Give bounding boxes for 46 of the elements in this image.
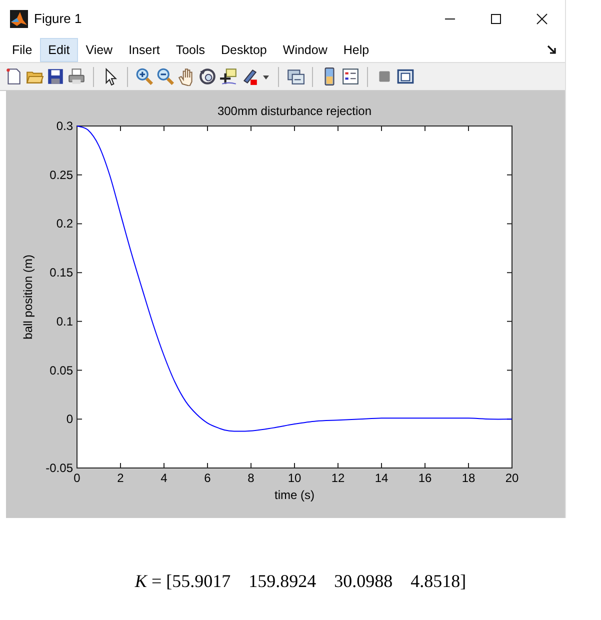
new-file-icon[interactable] [4, 67, 23, 86]
menu-item[interactable]: Help [335, 38, 378, 62]
tick-label: 8 [248, 471, 254, 485]
tick-label: 10 [288, 471, 302, 485]
data-cursor-icon[interactable] [219, 67, 238, 86]
menu-item[interactable]: Insert [120, 38, 168, 62]
save-icon[interactable] [46, 67, 65, 86]
tick-label: 0 [66, 412, 73, 426]
legend-icon[interactable] [341, 67, 360, 86]
tick-label: 0.1 [56, 314, 73, 328]
linked-windows-icon[interactable] [286, 67, 305, 86]
app-icon [10, 10, 28, 28]
tick-label: 14 [374, 471, 388, 485]
printer-icon[interactable] [67, 67, 86, 86]
tick-label: 0 [74, 471, 80, 485]
tick-label: 18 [462, 471, 476, 485]
rotate-icon[interactable] [198, 67, 217, 86]
gain-equation: K = [55.9017 159.8924 30.0988 4.8518] [134, 571, 466, 592]
tick-label: -0.05 [46, 461, 73, 475]
maximize-icon[interactable] [490, 12, 502, 24]
tick-label: 12 [331, 471, 345, 485]
zoom-in-icon[interactable] [135, 67, 154, 86]
axis-label: time (s) [274, 488, 314, 502]
menu-item[interactable]: View [78, 38, 121, 62]
window-title: Figure 1 [34, 11, 83, 26]
tick-label: 0.05 [50, 363, 73, 378]
axis-label: ball position (m) [21, 254, 35, 340]
menu-item[interactable]: File [4, 38, 40, 62]
zoom-out-icon[interactable] [156, 67, 175, 86]
tick-label: 6 [204, 471, 211, 485]
tick-label: 2 [117, 471, 124, 485]
tick-label: 0.2 [56, 216, 73, 231]
tick-label: 20 [505, 471, 519, 485]
close-icon[interactable] [536, 12, 548, 24]
menu-item[interactable]: Window [274, 38, 336, 62]
menu-item[interactable]: Desktop [213, 38, 275, 62]
dock-arrow-icon[interactable] [547, 44, 557, 54]
chart-title: 300mm disturbance rejection [217, 104, 372, 118]
tick-label: 0.3 [56, 119, 73, 133]
tick-label: 0.25 [50, 168, 73, 182]
menu-item[interactable]: Tools [168, 38, 214, 62]
tick-label: 16 [418, 471, 432, 485]
tick-label: 4 [160, 471, 168, 485]
menu-item[interactable]: Edit [40, 38, 78, 62]
show-tools-icon[interactable] [396, 67, 415, 86]
tick-label: 0.15 [50, 266, 73, 280]
